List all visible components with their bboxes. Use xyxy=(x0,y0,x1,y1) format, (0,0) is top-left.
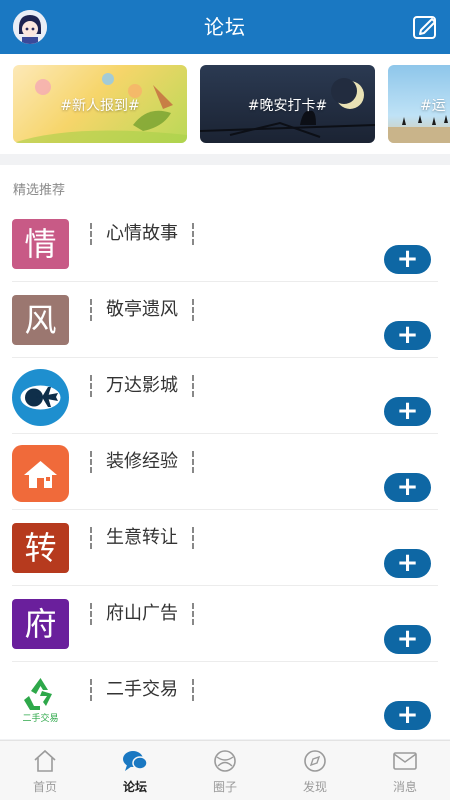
recycle-icon-caption: 二手交易 xyxy=(22,714,59,724)
tab-label: 论坛 xyxy=(122,780,147,794)
follow-button[interactable]: + xyxy=(384,701,431,730)
compose-button[interactable] xyxy=(412,14,438,40)
home-icon xyxy=(34,749,56,772)
plane-globe-icon xyxy=(12,369,69,426)
forum-icon: 风 xyxy=(12,295,69,345)
list-item[interactable]: 二手交易 二手交易 + xyxy=(0,662,450,738)
forum-name: 二手交易 xyxy=(90,679,194,701)
banner-new-member[interactable]: #新人报到# xyxy=(13,65,187,143)
house-icon xyxy=(12,445,69,502)
compass-icon xyxy=(304,750,326,772)
section-title: 精选推荐 xyxy=(13,183,66,198)
tab-label: 发现 xyxy=(302,780,327,794)
recycle-icon: 二手交易 xyxy=(12,672,69,730)
forum-chat-icon xyxy=(123,751,148,771)
banner-tag: #运 xyxy=(420,98,446,114)
tab-label: 消息 xyxy=(392,780,417,794)
banner-goodnight-checkin[interactable]: #晚安打卡# xyxy=(200,65,375,143)
forum-name: 生意转让 xyxy=(90,527,194,549)
tab-messages[interactable]: 消息 xyxy=(360,741,450,800)
list-item[interactable]: 装修经验 + xyxy=(0,434,450,510)
topic-banner-carousel[interactable]: #新人报到# #晚安打卡# #运 xyxy=(0,54,450,154)
forum-icon: 情 xyxy=(12,219,69,269)
list-item[interactable]: 万达影城 + xyxy=(0,358,450,434)
forum-name: 万达影城 xyxy=(90,375,194,397)
compose-icon xyxy=(413,16,436,39)
list-item[interactable]: 转 生意转让 + xyxy=(0,510,450,586)
list-item[interactable]: 风 敬亭遗风 + xyxy=(0,282,450,358)
tab-label: 首页 xyxy=(32,780,57,794)
page-title: 论坛 xyxy=(204,15,246,39)
follow-button[interactable]: + xyxy=(384,245,431,274)
tab-forum[interactable]: 论坛 xyxy=(90,741,180,800)
tab-circle[interactable]: 圈子 xyxy=(180,741,270,800)
list-item[interactable]: 府 府山广告 + xyxy=(0,586,450,662)
tab-discover[interactable]: 发现 xyxy=(270,741,360,800)
forum-icon: 转 xyxy=(12,523,69,573)
banner-sport[interactable]: #运 xyxy=(388,65,450,143)
circle-icon xyxy=(214,750,236,772)
bottom-tab-bar: 首页 论坛 圈子 发现 消息 xyxy=(0,740,450,800)
forum-name: 装修经验 xyxy=(90,451,194,473)
follow-button[interactable]: + xyxy=(384,397,431,426)
forum-name: 敬亭遗风 xyxy=(90,299,194,321)
banner-tag: #新人报到# xyxy=(60,98,140,114)
follow-button[interactable]: + xyxy=(384,549,431,578)
forum-name: 心情故事 xyxy=(90,223,194,245)
forum-icon: 府 xyxy=(12,599,69,649)
mail-icon xyxy=(393,752,417,770)
tab-home[interactable]: 首页 xyxy=(0,741,90,800)
forum-name: 府山广告 xyxy=(90,603,194,625)
top-header: 论坛 xyxy=(0,0,450,54)
list-item[interactable]: 情 心情故事 + xyxy=(0,206,450,282)
follow-button[interactable]: + xyxy=(384,321,431,350)
follow-button[interactable]: + xyxy=(384,473,431,502)
tab-label: 圈子 xyxy=(212,780,237,794)
follow-button[interactable]: + xyxy=(384,625,431,654)
recommended-forum-list: 精选推荐 情 心情故事 + 风 敬亭遗风 + 万达影城 + 装修经验 + 转 生… xyxy=(0,165,450,739)
banner-tag: #晚安打卡# xyxy=(247,98,328,114)
